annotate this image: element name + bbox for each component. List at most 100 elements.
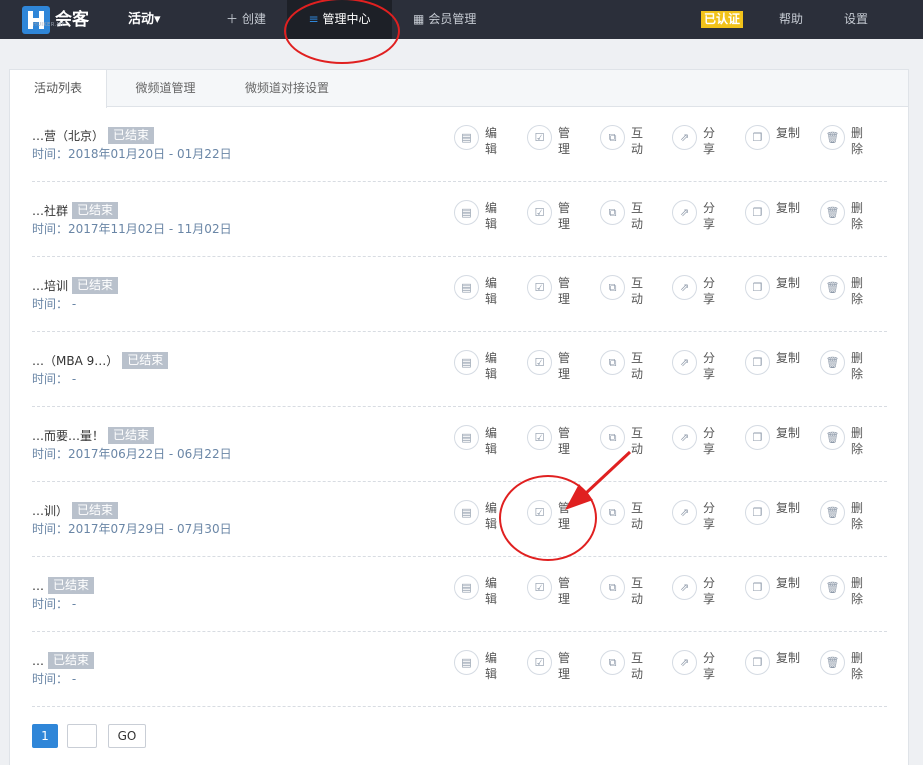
- activity-time: 时间：2017年11月02日 - 11月02日: [32, 222, 232, 236]
- delete-icon: 🗑: [820, 425, 845, 450]
- share-button[interactable]: ⇗ 分享: [672, 575, 722, 615]
- activity-time: 时间： -: [32, 297, 77, 311]
- tab-activity-list[interactable]: 活动列表: [10, 70, 107, 108]
- manage-button[interactable]: ☑ 管理: [527, 425, 577, 465]
- edit-button[interactable]: ▤ 编辑: [454, 425, 504, 465]
- tab-channel-settings[interactable]: 微频道对接设置: [224, 70, 350, 107]
- create-button[interactable]: ＋创建: [226, 0, 266, 39]
- copy-button[interactable]: ❐ 复制: [745, 350, 809, 390]
- copy-button[interactable]: ❐ 复制: [745, 500, 809, 540]
- interact-button[interactable]: ⧉ 互动: [600, 350, 650, 390]
- activity-title[interactable]: …训） 已结束: [32, 502, 119, 519]
- activity-title[interactable]: …营（北京） 已结束: [32, 127, 155, 144]
- copy-button[interactable]: ❐ 复制: [745, 650, 809, 690]
- delete-button[interactable]: 🗑 删除: [820, 575, 870, 615]
- activity-title[interactable]: …社群 已结束: [32, 202, 119, 219]
- verified-badge: 已认证: [701, 11, 744, 28]
- manage-button[interactable]: ☑ 管理: [527, 200, 577, 240]
- activity-row: …（MBA 9…） 已结束 时间： - ▤ 编辑 ☑ 管理 ⧉ 互动 ⇗ 分享 ❐ 复制 🗑 删除: [32, 332, 887, 407]
- copy-button[interactable]: ❐ 复制: [745, 575, 809, 615]
- edit-button[interactable]: ▤ 编辑: [454, 650, 504, 690]
- share-icon: ⇗: [672, 125, 697, 150]
- delete-button[interactable]: 🗑 删除: [820, 275, 870, 315]
- copy-button[interactable]: ❐ 复制: [745, 425, 809, 465]
- activity-row: …社群 已结束时间：2017年11月02日 - 11月02日 ▤ 编辑 ☑ 管理 ⧉ 互动 ⇗ 分…: [32, 182, 887, 257]
- settings-link[interactable]: 设置: [844, 0, 868, 39]
- delete-label: 删除: [851, 651, 864, 681]
- share-icon: ⇗: [672, 500, 697, 525]
- share-button[interactable]: ⇗ 分享: [672, 125, 722, 165]
- edit-button[interactable]: ▤ 编辑: [454, 575, 504, 615]
- activity-title-text: …营（北京）: [32, 129, 105, 143]
- delete-button[interactable]: 🗑 删除: [820, 125, 870, 165]
- share-button[interactable]: ⇗ 分享: [672, 350, 722, 390]
- go-button[interactable]: GO: [108, 724, 146, 748]
- share-button[interactable]: ⇗ 分享: [672, 425, 722, 465]
- activity-title-text: …: [32, 578, 44, 593]
- page-1-button[interactable]: 1: [32, 724, 58, 748]
- delete-icon: 🗑: [820, 650, 845, 675]
- manage-button[interactable]: ☑ 管理: [527, 275, 577, 315]
- activity-title[interactable]: …而要…量！ 已结束: [32, 427, 155, 444]
- activity-title-text: …社群: [32, 204, 69, 218]
- activity-title[interactable]: …培训 已结束: [32, 277, 119, 294]
- share-button[interactable]: ⇗ 分享: [672, 200, 722, 240]
- edit-button[interactable]: ▤ 编辑: [454, 350, 504, 390]
- status-badge: 已结束: [48, 652, 95, 669]
- grid-icon: ▦: [413, 12, 425, 26]
- manage-icon: ☑: [527, 500, 552, 525]
- interact-label: 互动: [631, 576, 644, 606]
- manage-button[interactable]: ☑ 管理: [527, 350, 577, 390]
- interact-icon: ⧉: [600, 275, 625, 300]
- copy-button[interactable]: ❐ 复制: [745, 125, 809, 165]
- interact-button[interactable]: ⧉ 互动: [600, 425, 650, 465]
- delete-button[interactable]: 🗑 删除: [820, 425, 870, 465]
- tab-channel-manage[interactable]: 微频道管理: [107, 70, 224, 107]
- share-button[interactable]: ⇗ 分享: [672, 500, 722, 540]
- edit-label: 编辑: [485, 201, 498, 231]
- activity-title[interactable]: …（MBA 9…） 已结束: [32, 352, 169, 369]
- page-number-input[interactable]: [67, 724, 97, 748]
- activity-panel: 活动列表 微频道管理 微频道对接设置 …营（北京） 已结束 时间：2018年01月2…: [9, 69, 909, 765]
- manage-button[interactable]: ☑ 管理: [527, 650, 577, 690]
- delete-button[interactable]: 🗑 删除: [820, 200, 870, 240]
- status-badge: 已结束: [72, 202, 119, 219]
- share-icon: ⇗: [672, 200, 697, 225]
- activity-title-text: …: [32, 653, 44, 668]
- copy-button[interactable]: ❐ 复制: [745, 200, 809, 240]
- share-label: 分享: [703, 501, 716, 531]
- logo-icon: [22, 6, 50, 34]
- admin-center-tab[interactable]: ≡ 管理中心: [287, 0, 392, 39]
- edit-button[interactable]: ▤ 编辑: [454, 200, 504, 240]
- interact-icon: ⧉: [600, 650, 625, 675]
- interact-button[interactable]: ⧉ 互动: [600, 650, 650, 690]
- activity-title[interactable]: … 已结束: [32, 577, 95, 594]
- manage-label: 管理: [558, 501, 571, 531]
- edit-icon: ▤: [454, 350, 479, 375]
- delete-button[interactable]: 🗑 删除: [820, 650, 870, 690]
- interact-button[interactable]: ⧉ 互动: [600, 275, 650, 315]
- help-link[interactable]: 帮助: [779, 0, 803, 39]
- interact-button[interactable]: ⧉ 互动: [600, 125, 650, 165]
- edit-button[interactable]: ▤ 编辑: [454, 500, 504, 540]
- manage-button[interactable]: ☑ 管理: [527, 125, 577, 165]
- delete-button[interactable]: 🗑 删除: [820, 350, 870, 390]
- status-badge: 已结束: [72, 502, 119, 519]
- interact-icon: ⧉: [600, 125, 625, 150]
- share-button[interactable]: ⇗ 分享: [672, 275, 722, 315]
- interact-button[interactable]: ⧉ 互动: [600, 575, 650, 615]
- member-manage-tab[interactable]: ▦ 会员管理: [413, 0, 476, 39]
- manage-button[interactable]: ☑ 管理: [527, 500, 577, 540]
- copy-button[interactable]: ❐ 复制: [745, 275, 809, 315]
- interact-button[interactable]: ⧉ 互动: [600, 500, 650, 540]
- edit-button[interactable]: ▤ 编辑: [454, 125, 504, 165]
- share-button[interactable]: ⇗ 分享: [672, 650, 722, 690]
- delete-button[interactable]: 🗑 删除: [820, 500, 870, 540]
- edit-button[interactable]: ▤ 编辑: [454, 275, 504, 315]
- activity-title[interactable]: … 已结束: [32, 652, 95, 669]
- manage-button[interactable]: ☑ 管理: [527, 575, 577, 615]
- interact-button[interactable]: ⧉ 互动: [600, 200, 650, 240]
- activity-time: 时间：2017年06月22日 - 06月22日: [32, 447, 232, 461]
- activity-menu[interactable]: 活动▾: [128, 0, 161, 39]
- logo[interactable]: 会客: [22, 6, 89, 34]
